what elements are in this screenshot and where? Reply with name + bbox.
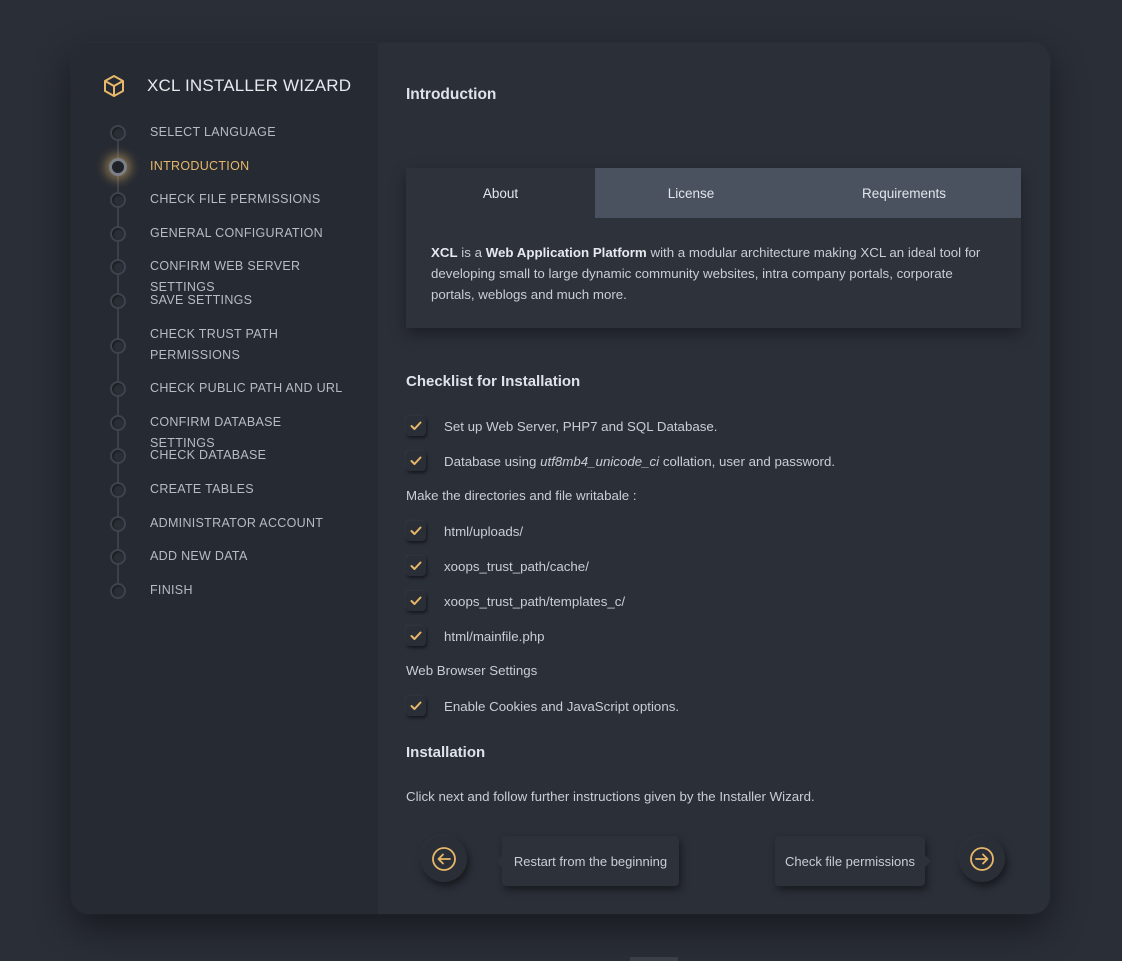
app-title: XCL INSTALLER WIZARD [147,76,352,95]
checklist-label: html/mainfile.php [444,628,545,644]
checklist-label-part: Database using [444,453,541,469]
checkbox-checked[interactable] [406,451,426,471]
step-label: ADD NEW DATA [150,549,248,563]
about-text-part: is a [457,245,486,260]
step-dot [110,293,126,309]
step-dot [110,516,126,532]
tab-bar: About License Requirements [406,168,1021,218]
step-label: CHECK TRUST PATH PERMISSIONS [150,327,279,362]
step-label: GENERAL CONFIGURATION [150,226,323,240]
check-icon [410,701,422,710]
check-icon [410,596,422,605]
next-step-label: Check file permissions [784,853,916,869]
step-dot [110,549,126,565]
check-icon [410,456,422,465]
step-dot [110,259,126,275]
step-label: FINISH [150,583,193,597]
tooltip-arrow [496,855,502,867]
about-emphasis: Web Application Platform [485,245,647,260]
step-label: INTRODUCTION [150,159,250,173]
checklist-item-dir[interactable]: html/mainfile.php [406,626,545,646]
page-title: Introduction [406,86,497,103]
cube-icon [104,75,124,97]
checklist-title: Checklist for Installation [406,373,581,390]
next-step-button[interactable]: Check file permissions [775,836,931,886]
checkbox-checked[interactable] [406,591,426,611]
restart-button[interactable]: Restart from the beginning [496,836,679,886]
step-label: CHECK PUBLIC PATH AND URL [150,381,343,395]
checklist-item-database[interactable]: Database using utf8mb4_unicode_ci collat… [406,451,835,471]
scroll-indicator [630,957,678,961]
check-icon [410,631,422,640]
checklist-label: html/uploads/ [444,523,524,539]
tooltip-arrow [925,855,931,867]
step-dot [110,482,126,498]
checklist-label: Database using utf8mb4_unicode_ci collat… [444,454,835,469]
step-dot [110,226,126,242]
checklist-item-dir[interactable]: xoops_trust_path/templates_c/ [406,591,625,611]
checklist-item-dir[interactable]: html/uploads/ [406,521,523,541]
step-label: CHECK FILE PERMISSIONS [150,192,321,206]
step-label: CHECK DATABASE [150,448,267,462]
checkbox-checked[interactable] [406,521,426,541]
sidebar: XCL INSTALLER WIZARD SELECT LANGUAGE INT… [71,43,378,914]
back-button[interactable] [421,836,467,882]
step-dot [110,583,126,599]
checklist-label: Set up Web Server, PHP7 and SQL Database… [444,418,718,434]
about-text: XCL is a Web Application Platform with a… [406,218,1021,305]
next-button[interactable] [959,836,1005,882]
step-dot [110,448,126,464]
checklist-label-part: collation, user and password. [659,453,836,469]
step-dot-active [109,158,127,176]
check-icon [410,421,422,430]
main-content: Introduction About License Requirements … [378,43,1050,914]
tab-about[interactable]: About [406,168,595,218]
checkbox-checked[interactable] [406,696,426,716]
step-dot [110,192,126,208]
checklist-label: Enable Cookies and JavaScript options. [444,698,680,714]
restart-label: Restart from the beginning [513,853,668,869]
step-label: ADMINISTRATOR ACCOUNT [150,516,324,530]
dirs-label: Make the directories and file writabale … [406,488,637,503]
checkbox-checked[interactable] [406,416,426,436]
tab-license[interactable]: License [595,168,787,218]
about-brand: XCL [431,245,458,260]
checklist-item-dir[interactable]: xoops_trust_path/cache/ [406,556,589,576]
step-dot [110,415,126,431]
tabs-card: About License Requirements XCL is a Web … [406,168,1021,328]
step-dot [110,125,126,141]
installer-panel: XCL INSTALLER WIZARD SELECT LANGUAGE INT… [71,43,1050,914]
tab-requirements[interactable]: Requirements [787,168,1021,218]
installation-title: Installation [406,744,486,761]
brand: XCL INSTALLER WIZARD [101,73,351,99]
checkbox-checked[interactable] [406,556,426,576]
checklist-label: xoops_trust_path/templates_c/ [444,593,626,609]
step-label: SAVE SETTINGS [150,293,253,307]
collation-name: utf8mb4_unicode_ci [540,453,660,469]
step-label: SELECT LANGUAGE [150,125,276,139]
step-dot [110,338,126,354]
checklist-label: xoops_trust_path/cache/ [444,558,589,574]
checklist-item-server[interactable]: Set up Web Server, PHP7 and SQL Database… [406,416,717,436]
browser-settings-label: Web Browser Settings [406,663,538,678]
checklist-item-browser[interactable]: Enable Cookies and JavaScript options. [406,696,679,716]
arrow-right-circle-icon [970,847,994,871]
arrow-left-circle-icon [432,847,456,871]
step-dot [110,381,126,397]
check-icon [410,561,422,570]
step-label: CREATE TABLES [150,482,254,496]
installation-text: Click next and follow further instructio… [406,789,815,804]
check-icon [410,526,422,535]
checkbox-checked[interactable] [406,626,426,646]
